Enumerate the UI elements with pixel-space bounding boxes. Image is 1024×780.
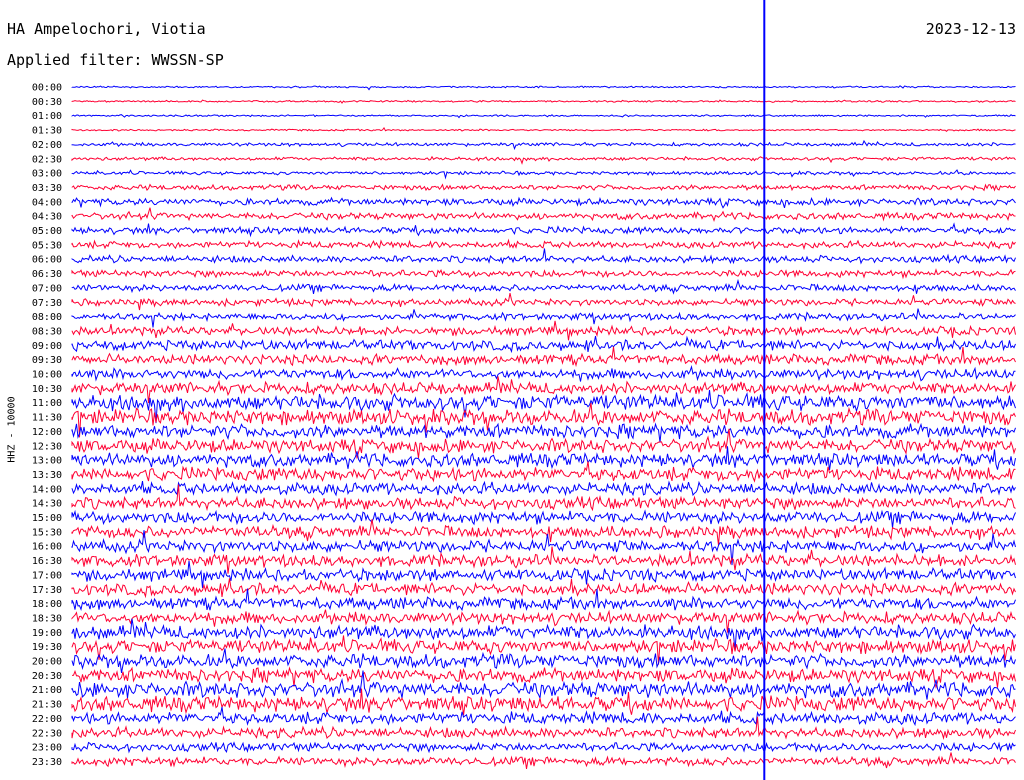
tick-label-1500: 15:00 bbox=[32, 513, 62, 524]
trace-0000 bbox=[71, 85, 1016, 91]
tick-label-1230: 12:30 bbox=[32, 441, 62, 452]
tick-label-0300: 03:00 bbox=[32, 169, 62, 180]
trace-2300 bbox=[71, 741, 1016, 754]
tick-label-0500: 05:00 bbox=[32, 226, 62, 237]
tick-label-2330: 23:30 bbox=[32, 757, 62, 768]
trace-0830 bbox=[71, 320, 1016, 341]
tick-label-1600: 16:00 bbox=[32, 542, 62, 553]
tick-label-0100: 01:00 bbox=[32, 111, 62, 122]
tick-label-0200: 02:00 bbox=[32, 140, 62, 151]
tick-label-0530: 05:30 bbox=[32, 240, 62, 251]
trace-1700 bbox=[71, 560, 1016, 589]
tick-label-1330: 13:30 bbox=[32, 470, 62, 481]
tick-label-1800: 18:00 bbox=[32, 599, 62, 610]
tick-label-1830: 18:30 bbox=[32, 613, 62, 624]
tick-label-2100: 21:00 bbox=[32, 685, 62, 696]
trace-1630 bbox=[71, 546, 1016, 574]
trace-0230 bbox=[71, 155, 1016, 165]
tick-label-0330: 03:30 bbox=[32, 183, 62, 194]
tick-label-0930: 09:30 bbox=[32, 355, 62, 366]
tick-label-1530: 15:30 bbox=[32, 527, 62, 538]
tick-label-0430: 04:30 bbox=[32, 212, 62, 223]
tick-label-1400: 14:00 bbox=[32, 484, 62, 495]
trace-0200 bbox=[71, 139, 1016, 151]
trace-0030 bbox=[71, 99, 1016, 104]
trace-0100 bbox=[71, 114, 1016, 119]
tick-label-1000: 10:00 bbox=[32, 370, 62, 381]
tick-label-0800: 08:00 bbox=[32, 312, 62, 323]
trace-0530 bbox=[71, 238, 1016, 251]
tick-label-2230: 22:30 bbox=[32, 728, 62, 739]
trace-1600 bbox=[71, 530, 1016, 566]
trace-1200 bbox=[71, 422, 1016, 443]
tick-label-2000: 20:00 bbox=[32, 657, 62, 668]
tick-label-1300: 13:00 bbox=[32, 456, 62, 467]
trace-0930 bbox=[71, 346, 1016, 368]
tick-label-0830: 08:30 bbox=[32, 326, 62, 337]
tick-label-0730: 07:30 bbox=[32, 298, 62, 309]
trace-0730 bbox=[71, 292, 1016, 311]
tick-label-0600: 06:00 bbox=[32, 255, 62, 266]
tick-label-1700: 17:00 bbox=[32, 570, 62, 581]
tick-label-2300: 23:00 bbox=[32, 743, 62, 754]
tick-label-1030: 10:30 bbox=[32, 384, 62, 395]
trace-1500 bbox=[71, 509, 1016, 529]
trace-0430 bbox=[71, 207, 1016, 223]
trace-1530 bbox=[71, 519, 1016, 546]
trace-2130 bbox=[71, 688, 1016, 716]
tick-label-0230: 02:30 bbox=[32, 154, 62, 165]
tick-label-0630: 06:30 bbox=[32, 269, 62, 280]
trace-0130 bbox=[71, 126, 1016, 132]
tick-label-1730: 17:30 bbox=[32, 585, 62, 596]
tick-label-1930: 19:30 bbox=[32, 642, 62, 653]
trace-2330 bbox=[71, 752, 1016, 769]
tick-label-0130: 01:30 bbox=[32, 126, 62, 137]
trace-1300 bbox=[71, 446, 1016, 471]
helicorder-plot: 00:00 00:30 01:00 01:30 02:00 02:30 03:00 03:30… bbox=[32, 0, 1016, 780]
trace-0400 bbox=[71, 196, 1016, 209]
trace-0900 bbox=[71, 335, 1016, 354]
tick-label-0000: 00:00 bbox=[32, 83, 62, 94]
trace-2100 bbox=[71, 670, 1016, 700]
tick-label-1630: 16:30 bbox=[32, 556, 62, 567]
tick-label-1900: 19:00 bbox=[32, 628, 62, 639]
trace-0330 bbox=[71, 183, 1016, 192]
trace-2200 bbox=[71, 706, 1016, 727]
tick-label-2200: 22:00 bbox=[32, 714, 62, 725]
tick-label-2130: 21:30 bbox=[32, 700, 62, 711]
tick-label-0030: 00:30 bbox=[32, 97, 62, 108]
trace-1730 bbox=[71, 578, 1016, 599]
trace-0600 bbox=[71, 248, 1016, 265]
tick-label-1200: 12:00 bbox=[32, 427, 62, 438]
trace-0700 bbox=[71, 278, 1016, 295]
tick-label-1100: 11:00 bbox=[32, 398, 62, 409]
tick-label-0900: 09:00 bbox=[32, 341, 62, 352]
trace-0800 bbox=[71, 308, 1016, 328]
tick-label-1130: 11:30 bbox=[32, 413, 62, 424]
trace-1000 bbox=[71, 365, 1016, 382]
tick-label-0400: 04:00 bbox=[32, 197, 62, 208]
trace-2030 bbox=[71, 666, 1016, 690]
trace-0500 bbox=[71, 222, 1016, 238]
trace-1830 bbox=[71, 609, 1016, 633]
tick-label-1430: 14:30 bbox=[32, 499, 62, 510]
tick-label-0700: 07:00 bbox=[32, 283, 62, 294]
trace-0300 bbox=[71, 169, 1016, 180]
tick-label-2030: 20:30 bbox=[32, 671, 62, 682]
trace-0630 bbox=[71, 268, 1016, 280]
trace-1400 bbox=[71, 480, 1016, 497]
trace-1330 bbox=[71, 461, 1016, 483]
